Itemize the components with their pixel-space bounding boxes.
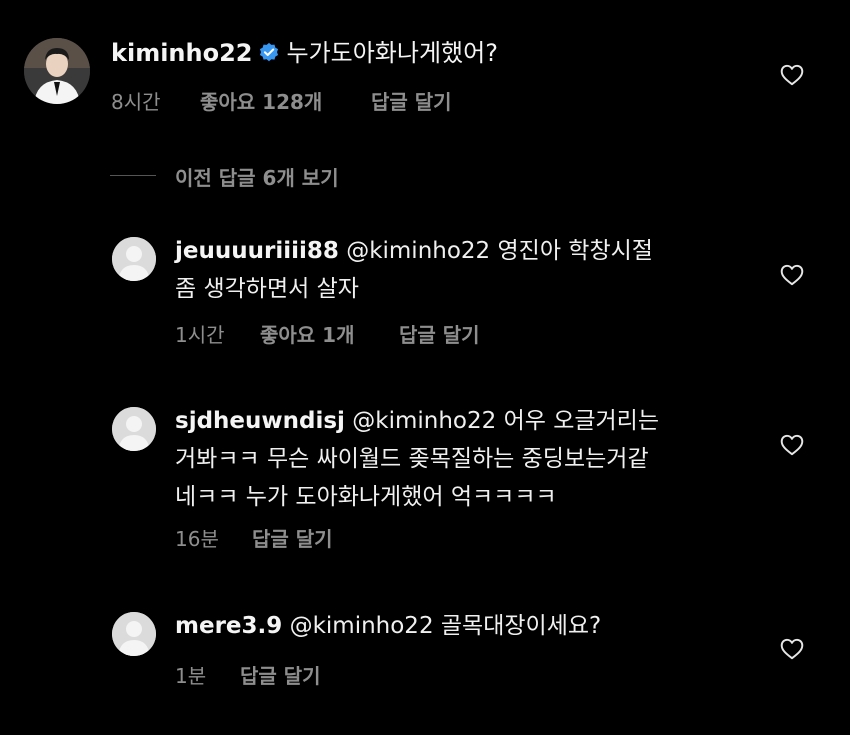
top-comment-body: kiminho22 누가도아화나게했어? [111,36,498,70]
reply-body: mere3.9 @kiminho22 골목대장이세요? [175,607,735,645]
avatar-default[interactable] [112,237,156,281]
default-avatar-icon [112,237,156,281]
default-avatar-icon [112,612,156,656]
profile-photo-icon [24,38,90,104]
reply-button[interactable]: 답글 달기 [371,86,452,115]
view-previous-replies-button[interactable]: 이전 답글 6개 보기 [175,162,339,191]
reply-button[interactable]: 답글 달기 [240,660,321,689]
mention-link[interactable]: @kiminho22 [352,408,496,434]
comment-text: 영진아 학창시절 [497,238,653,264]
reply-button[interactable]: 답글 달기 [252,523,333,552]
reply-body: jeuuuuriiii88 @kiminho22 영진아 학창시절 좀 생각하면… [175,232,735,308]
timestamp: 1시간 [175,323,225,347]
comment-text: 어우 오글거리는 [503,408,659,434]
default-avatar-icon [112,407,156,451]
mention-link[interactable]: @kiminho22 [346,238,490,264]
timestamp: 1분 [175,664,207,688]
avatar-kiminho22[interactable] [24,38,90,104]
avatar-default[interactable] [112,407,156,451]
username[interactable]: jeuuuuriiii88 [175,238,339,264]
heart-icon[interactable] [779,636,805,662]
avatar-default[interactable] [112,612,156,656]
top-comment-meta: 8시간 좋아요 128개 답글 달기 [111,86,452,115]
heart-icon[interactable] [779,262,805,288]
reply-meta: 16분 답글 달기 [175,523,333,552]
username[interactable]: sjdheuwndisj [175,408,345,434]
heart-icon[interactable] [779,432,805,458]
verified-badge-icon [260,42,279,62]
reply-button[interactable]: 답글 달기 [399,319,480,348]
reply-body: sjdheuwndisj @kiminho22 어우 오글거리는 거봐ㅋㅋ 무슨… [175,402,755,516]
comment-text: 네ㅋㅋ 누가 도아화나게했어 억ㅋㅋㅋㅋ [175,484,557,510]
comment-text: 누가도아화나게했어? [286,39,498,67]
reply-meta: 1시간 좋아요 1개 답글 달기 [175,319,480,348]
view-replies-label: 이전 답글 6개 보기 [175,166,339,190]
reply-meta: 1분 답글 달기 [175,660,321,689]
divider-line [110,175,156,176]
comment-text: 거봐ㅋㅋ 무슨 싸이월드 좆목질하는 중딩보는거같 [175,446,649,472]
heart-icon[interactable] [779,62,805,88]
timestamp: 16분 [175,527,219,551]
username[interactable]: mere3.9 [175,613,282,639]
likes-count[interactable]: 좋아요 1개 [260,319,399,348]
comment-text: 골목대장이세요? [440,613,602,639]
mention-link[interactable]: @kiminho22 [290,613,434,639]
username[interactable]: kiminho22 [111,39,252,67]
likes-count[interactable]: 좋아요 128개 [200,86,371,115]
timestamp: 8시간 [111,90,161,114]
comment-text: 좀 생각하면서 살자 [175,276,359,302]
